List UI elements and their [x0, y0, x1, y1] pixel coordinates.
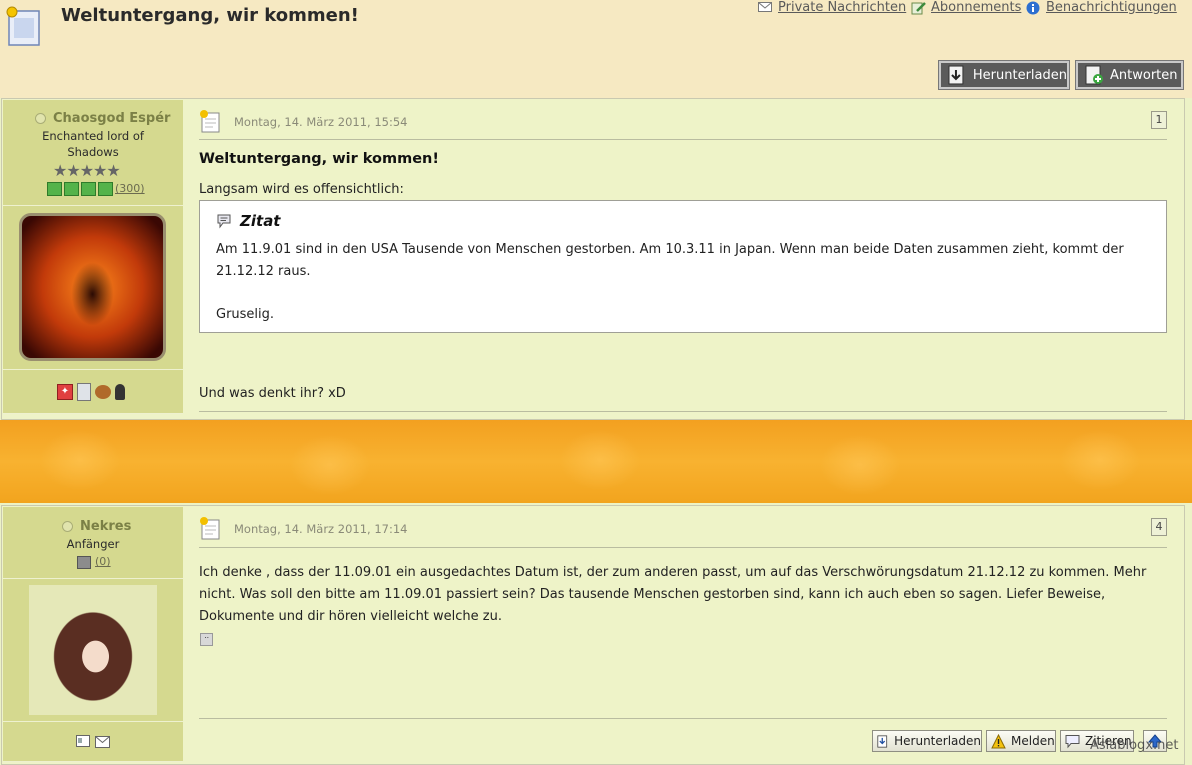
activity-bar-icon [47, 182, 113, 196]
private-messages-link[interactable]: Private Nachrichten [778, 0, 906, 15]
reply-button-label: Antworten [1110, 67, 1178, 83]
quote-text-end: Gruselig. [216, 307, 275, 322]
author-name[interactable]: Chaosgod Espér [53, 111, 170, 126]
download-button[interactable]: Herunterladen [939, 61, 1069, 89]
post-date: Montag, 14. März 2011, 17:14 [234, 522, 408, 536]
envelope-icon [758, 2, 772, 12]
download-button[interactable]: Herunterladen [872, 730, 982, 752]
post-intro: Langsam wird es offensichtlich: [199, 182, 404, 197]
post-title: Weltuntergang, wir kommen! [199, 151, 439, 167]
warning-icon [991, 733, 1006, 748]
post-icon [200, 517, 220, 540]
download-button-label: Herunterladen [894, 734, 981, 748]
star-badge-icon: ✦ [57, 384, 73, 400]
watermark: Asiablogx.net [1090, 738, 1179, 753]
divider [199, 139, 1167, 140]
download-icon [877, 734, 888, 748]
reply-button[interactable]: Antworten [1076, 61, 1183, 89]
notifications-link[interactable]: Benachrichtigungen [1046, 0, 1177, 15]
info-icon [1026, 1, 1040, 15]
author-rank: Enchanted lord of Shadows [42, 129, 144, 159]
divider [199, 547, 1167, 548]
rank-stars-icon: ★★★★★ [53, 161, 121, 180]
divider [199, 411, 1167, 412]
post-text: Ich denke , dass der 11.09.01 ein ausged… [199, 565, 1147, 624]
activity-count[interactable]: (0) [95, 555, 111, 568]
divider [199, 718, 1167, 719]
speech-bubble-icon [217, 214, 231, 229]
download-button-label: Herunterladen [972, 67, 1067, 83]
report-button-label: Melden [1011, 734, 1055, 748]
speech-bubble-icon [1065, 734, 1080, 748]
avatar[interactable] [19, 213, 166, 361]
author-name[interactable]: Nekres [80, 519, 131, 534]
profile-card-icon[interactable] [76, 735, 90, 747]
quote-label: Zitat [240, 212, 281, 230]
thread-title: Weltuntergang, wir kommen! [61, 5, 359, 26]
post-closing: Und was denkt ihr? xD [199, 386, 346, 401]
thread-icon [6, 6, 40, 46]
activity-count[interactable]: (300) [115, 182, 145, 195]
user-badges [3, 722, 183, 762]
post-number[interactable]: 4 [1151, 518, 1167, 536]
post-date: Montag, 14. März 2011, 15:54 [234, 115, 408, 129]
author-rank: Anfänger [66, 537, 120, 551]
subscriptions-link[interactable]: Abonnements [931, 0, 1021, 15]
post-icon [200, 110, 220, 133]
report-button[interactable]: Melden [986, 730, 1056, 752]
post-number[interactable]: 1 [1151, 111, 1167, 129]
badge-icons: ✦ [57, 383, 125, 401]
online-status-icon [62, 521, 73, 532]
download-icon [948, 65, 964, 85]
creature-badge-icon [95, 385, 111, 399]
add-reply-icon [1085, 65, 1103, 85]
online-status-icon [35, 113, 46, 124]
decorative-banner [0, 420, 1192, 503]
pencil-note-icon [911, 2, 926, 15]
activity-bar-icon [77, 556, 91, 569]
figure-badge-icon [115, 384, 125, 400]
envelope-icon[interactable] [95, 736, 110, 748]
smiley-icon: ᐧᐧ [200, 633, 213, 646]
phone-badge-icon [77, 383, 91, 401]
quote-text: Am 11.9.01 sind in den USA Tausende von … [216, 242, 1124, 279]
avatar[interactable] [29, 585, 157, 715]
